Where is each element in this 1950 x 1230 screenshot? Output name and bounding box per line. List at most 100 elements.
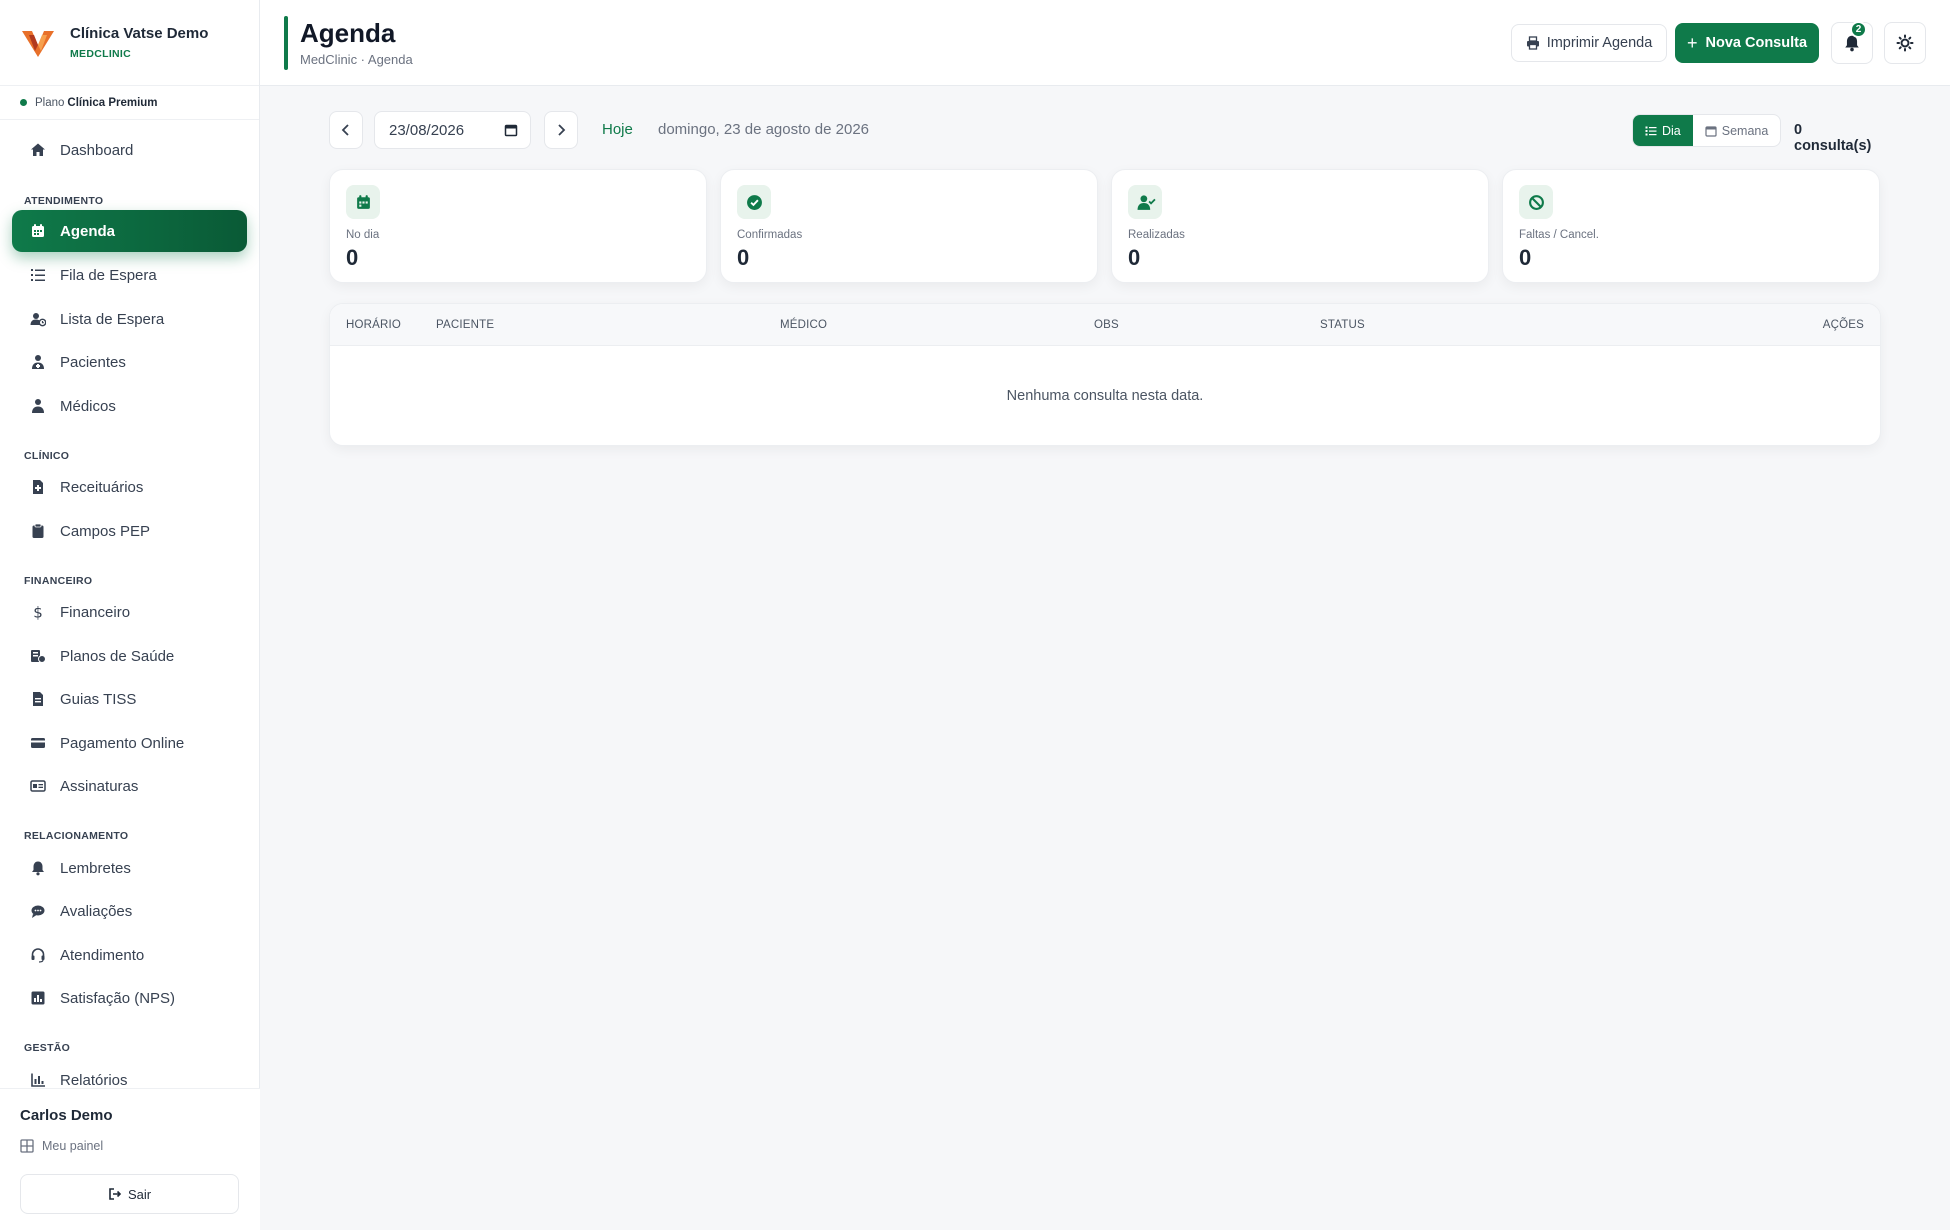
sidebar-item-planos-de-saude[interactable]: Planos de Saúde (12, 635, 247, 677)
sidebar-item-label: Agenda (60, 222, 116, 240)
next-day-button[interactable] (544, 111, 578, 149)
sidebar-item-label: Financeiro (60, 603, 131, 621)
stat-label: Confirmadas (737, 229, 803, 241)
view-day-label: Dia (1662, 123, 1681, 138)
appointment-count: 0 consulta(s) (1794, 122, 1872, 154)
stat-label: Realizadas (1128, 229, 1185, 241)
stat-label: No dia (346, 229, 380, 241)
print-agenda-label: Imprimir Agenda (1546, 35, 1653, 51)
stat-value: 0 (737, 245, 750, 270)
stat-card-realizadas: Realizadas 0 (1111, 169, 1489, 283)
column-header-horario[interactable]: HORÁRIO (346, 319, 401, 331)
brand[interactable]: Clínica Vatse Demo MEDCLINIC (0, 0, 259, 86)
new-appointment-button[interactable]: + Nova Consulta (1675, 23, 1819, 63)
sidebar-item-label: Dashboard (60, 141, 134, 159)
svg-text:$: $ (33, 604, 43, 620)
sidebar-item-label: Lembretes (60, 859, 131, 877)
sidebar-nav: Dashboard ATENDIMENTO Agenda Fila de Esp… (0, 120, 260, 1088)
view-week-label: Semana (1721, 123, 1769, 138)
sidebar-item-dashboard[interactable]: Dashboard (12, 129, 247, 171)
column-header-status[interactable]: STATUS (1320, 319, 1365, 331)
plan-name: Clínica Premium (67, 96, 158, 109)
sidebar-item-assinaturas[interactable]: Assinaturas (12, 765, 247, 807)
plan-status-dot (20, 99, 27, 106)
sidebar-item-receituarios[interactable]: Receituários (12, 466, 247, 508)
notifications-button[interactable]: 2 (1831, 21, 1873, 64)
grid-icon (20, 1139, 34, 1153)
chat-bubble-icon (30, 903, 46, 919)
sun-icon (1896, 34, 1914, 52)
user-name: Carlos Demo (20, 1107, 113, 1124)
printer-icon (1526, 36, 1540, 50)
table-header: HORÁRIO PACIENTE MÉDICO OBS STATUS AÇÕES (330, 304, 1880, 346)
title-accent-bar (284, 16, 288, 70)
check-circle-icon (746, 194, 763, 211)
print-agenda-button[interactable]: Imprimir Agenda (1511, 24, 1667, 62)
sidebar-item-label: Avaliações (60, 902, 133, 920)
previous-day-button[interactable] (329, 111, 363, 149)
sidebar-item-satisfacao-nps[interactable]: Satisfação (NPS) (12, 977, 247, 1019)
logout-button[interactable]: Sair (20, 1174, 239, 1214)
sidebar-item-fila-de-espera[interactable]: Fila de Espera (12, 254, 247, 296)
sidebar-item-financeiro[interactable]: $ Financeiro (12, 591, 247, 633)
stat-value: 0 (1128, 245, 1141, 270)
sidebar-item-label: Receituários (60, 478, 144, 496)
date-picker-input[interactable]: 23/08/2026 (374, 111, 531, 149)
column-header-obs[interactable]: OBS (1094, 319, 1119, 331)
sidebar-item-label: Assinaturas (60, 777, 139, 795)
clinic-logo-icon (20, 25, 56, 61)
sidebar-item-atendimento[interactable]: Atendimento (12, 934, 247, 976)
agenda-toolbar: 23/08/2026 Hoje domingo, 23 de agosto de… (329, 111, 1881, 154)
my-panel-link[interactable]: Meu painel (20, 1139, 103, 1153)
clipboard-icon (30, 523, 46, 539)
home-icon (30, 142, 46, 158)
column-header-medico[interactable]: MÉDICO (780, 319, 827, 331)
health-plan-icon (30, 648, 46, 664)
sidebar-item-lembretes[interactable]: Lembretes (12, 847, 247, 889)
sidebar-item-label: Atendimento (60, 946, 145, 964)
appointments-table: HORÁRIO PACIENTE MÉDICO OBS STATUS AÇÕES… (329, 303, 1881, 446)
new-appointment-label: Nova Consulta (1705, 35, 1808, 51)
invoice-icon (30, 691, 46, 707)
sidebar-item-medicos[interactable]: Médicos (12, 385, 247, 427)
theme-toggle-button[interactable] (1884, 22, 1926, 64)
section-financeiro: FINANCEIRO (24, 575, 93, 587)
today-link[interactable]: Hoje (602, 121, 633, 138)
ban-icon (1528, 194, 1545, 211)
stat-card-no-dia: No dia 0 (329, 169, 707, 283)
sidebar-item-relatorios[interactable]: Relatórios (12, 1059, 247, 1088)
bar-chart-icon (30, 1072, 46, 1088)
calendar-icon (30, 223, 46, 239)
stat-icon-box (1519, 185, 1553, 219)
breadcrumb: MedClinic · Agenda (300, 52, 413, 67)
view-week-button[interactable]: Semana (1693, 115, 1781, 146)
view-day-button[interactable]: Dia (1633, 115, 1693, 146)
sidebar-item-avaliacoes[interactable]: Avaliações (12, 890, 247, 932)
section-gestao: GESTÃO (24, 1042, 71, 1054)
stat-icon-box (346, 185, 380, 219)
stat-icon-box (737, 185, 771, 219)
column-header-paciente[interactable]: PACIENTE (436, 319, 494, 331)
sidebar-item-pacientes[interactable]: Pacientes (12, 341, 247, 383)
dollar-icon: $ (30, 604, 46, 620)
sidebar-item-guias-tiss[interactable]: Guias TISS (12, 678, 247, 720)
stat-icon-box (1128, 185, 1162, 219)
page-title: Agenda (300, 18, 396, 48)
sidebar: Clínica Vatse Demo MEDCLINIC Plano Clíni… (0, 0, 260, 1230)
sidebar-item-lista-de-espera[interactable]: Lista de Espera (12, 298, 247, 340)
column-header-acoes: AÇÕES (1822, 319, 1864, 331)
calendar-icon (355, 194, 372, 211)
list-icon (1645, 125, 1657, 137)
sidebar-item-campos-pep[interactable]: Campos PEP (12, 510, 247, 552)
sidebar-item-label: Campos PEP (60, 522, 151, 540)
patient-icon (30, 354, 46, 370)
prescription-file-icon (30, 479, 46, 495)
section-relacionamento: RELACIONAMENTO (24, 830, 129, 842)
chevron-left-icon (339, 123, 353, 137)
sidebar-item-agenda[interactable]: Agenda (12, 210, 247, 252)
brand-subtitle: MEDCLINIC (70, 48, 132, 60)
chart-square-icon (30, 990, 46, 1006)
sidebar-item-label: Relatórios (60, 1071, 128, 1089)
calendar-icon[interactable] (504, 123, 518, 137)
sidebar-item-pagamento-online[interactable]: Pagamento Online (12, 722, 247, 764)
